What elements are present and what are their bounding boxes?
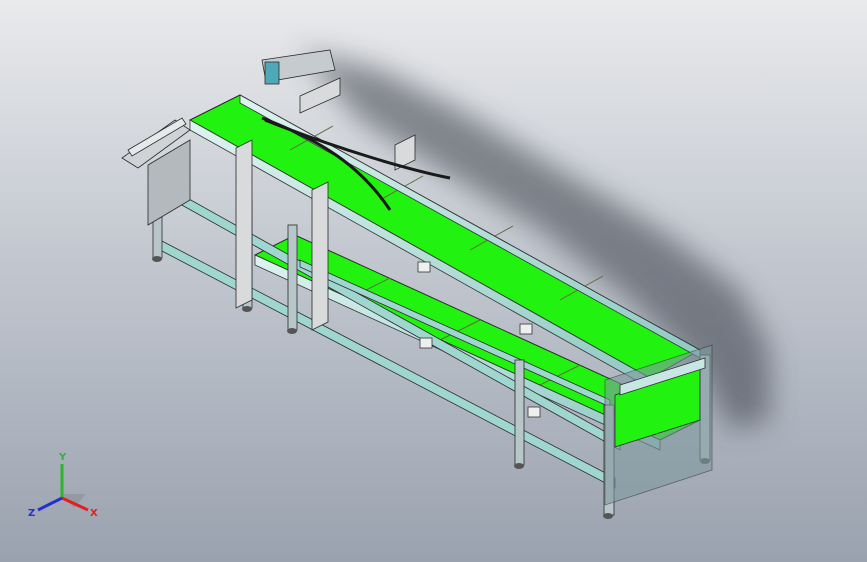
orientation-triad[interactable]: Y X Z [22, 446, 112, 536]
loader-tray [121, 117, 191, 226]
y-axis-label: Y [58, 452, 67, 463]
cad-viewport[interactable]: Y X Z [0, 0, 867, 562]
z-axis-label: Z [28, 508, 35, 519]
top-actuator [261, 49, 336, 85]
z-axis-icon [37, 496, 63, 512]
conveyor-model-view[interactable] [0, 0, 867, 562]
x-axis-label: X [90, 508, 98, 519]
